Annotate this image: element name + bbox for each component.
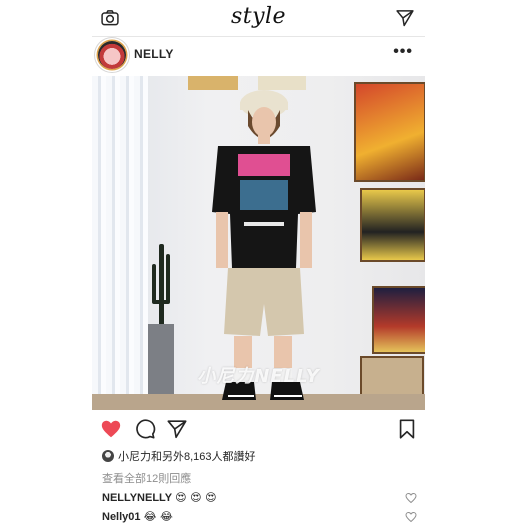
comment-icon[interactable] [134,418,156,440]
comment-author[interactable]: Nelly01 [102,511,141,523]
likes-text: 小尼力和另外8,163人都讚好 [118,451,256,463]
likes-line[interactable]: 小尼力和另外8,163人都讚好 [102,448,256,464]
photo-curtain [92,76,148,410]
photo-poster [354,82,425,182]
watermark-text: 小尼力NELLY [197,366,320,387]
avatar[interactable] [98,41,126,69]
post-actions [92,416,425,442]
comment-like-icon[interactable] [405,492,417,504]
send-icon[interactable] [395,8,415,28]
comment-author[interactable]: NELLYNELLY [102,492,172,504]
post-image[interactable]: 小尼力NELLY [92,76,425,410]
post-username[interactable]: NELLY [134,47,174,61]
share-icon[interactable] [166,418,188,440]
comment-item: NELLYNELLY 😍 😍 😍 [102,491,425,504]
liker-avatar [102,450,114,462]
model-figure [212,90,316,400]
post-header: NELLY ••• [92,38,425,72]
heart-icon[interactable] [100,418,122,440]
app-logo: style [230,4,287,29]
comment-like-icon[interactable] [405,511,417,523]
more-options-icon[interactable]: ••• [393,43,413,61]
comment-text: 😍 😍 😍 [175,491,217,504]
photo-poster [372,286,425,354]
view-all-comments[interactable]: 查看全部12則回應 [102,470,191,486]
top-bar: style [92,0,425,37]
photo-poster [360,188,425,262]
phone-frame: style NELLY ••• 小尼力NELLY 小尼力和另外8,163人都讚好… [92,0,425,523]
bookmark-icon[interactable] [396,418,418,440]
cactus-plant [152,244,170,326]
